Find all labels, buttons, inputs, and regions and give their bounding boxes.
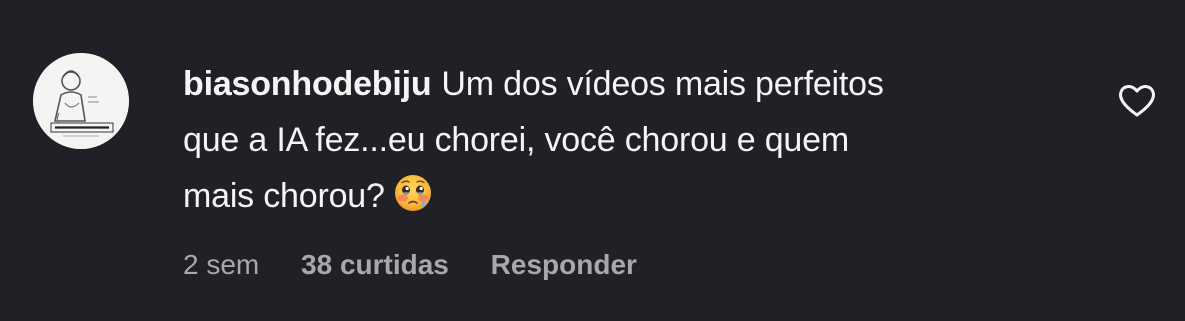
reply-button[interactable]: Responder [491,249,637,280]
comment-likes[interactable]: 38 curtidas [301,249,449,280]
profile-avatar-icon [33,53,129,149]
comment-username[interactable]: biasonhodebiju [183,65,432,103]
face-holding-back-tears-emoji [393,173,433,213]
comment: biasonhodebiju Um dos vídeos mais perfeit… [0,0,1185,321]
avatar[interactable] [33,53,129,149]
comment-body: biasonhodebiju Um dos vídeos mais perfeit… [183,56,1083,224]
comment-text-line-1: Um dos vídeos mais perfeitos [441,65,884,103]
comment-text-line-3: mais chorou? [183,177,385,215]
comment-text-line-2: que a IA fez...eu chorei, você chorou e … [183,121,849,159]
comment-time: 2 sem [183,249,260,280]
like-button[interactable] [1117,82,1157,118]
comment-meta: 2 sem 38 curtidas Responder [183,245,671,285]
heart-outline-icon [1119,85,1155,117]
